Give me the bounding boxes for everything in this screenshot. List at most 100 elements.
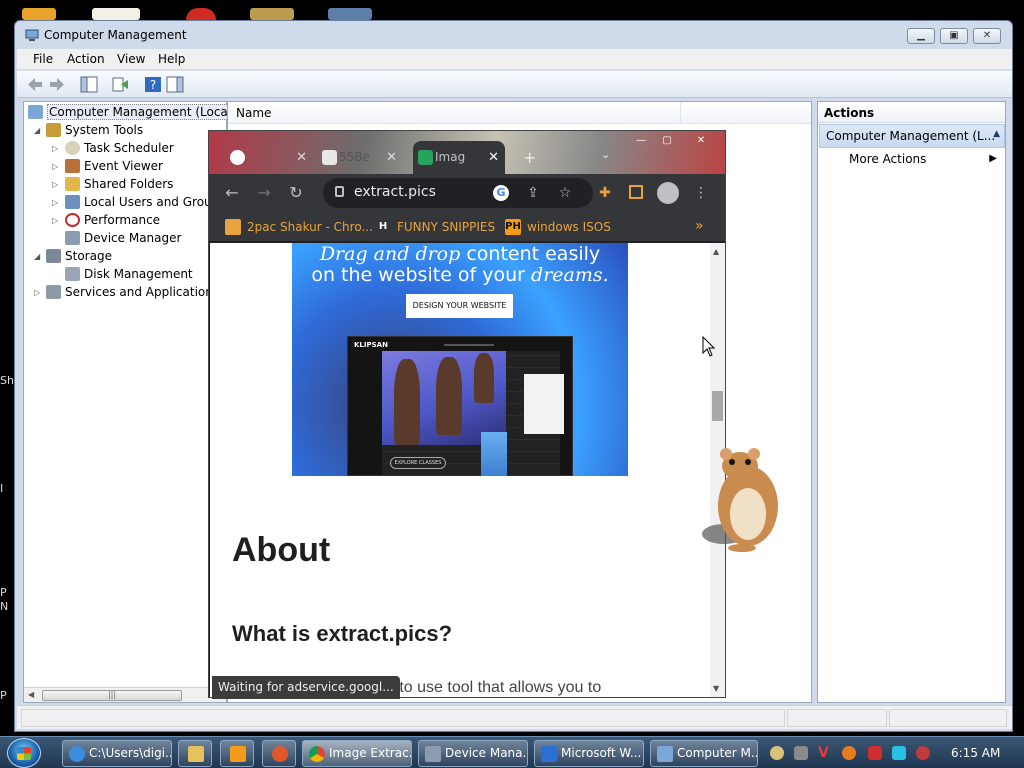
scroll-left-icon[interactable]: ◀: [28, 690, 34, 699]
menu-action[interactable]: Action: [67, 52, 105, 66]
tray-app-icon[interactable]: [794, 746, 808, 760]
tree-item-services-applications[interactable]: Services and Applications: [46, 283, 219, 301]
tree-item-system-tools[interactable]: System Tools: [46, 121, 143, 139]
taskbar-item-app[interactable]: [262, 740, 296, 767]
column-divider[interactable]: [680, 102, 681, 124]
menu-file[interactable]: File: [33, 52, 53, 66]
scroll-down-icon[interactable]: ▼: [713, 684, 719, 693]
tray-volume-icon[interactable]: [916, 746, 930, 760]
desktop-hamster-app-icon[interactable]: [250, 8, 294, 20]
minimize-button[interactable]: ▁: [907, 28, 935, 44]
more-actions-link[interactable]: More Actions: [849, 152, 926, 166]
taskbar-item-microsoft-word[interactable]: Microsoft W...: [534, 740, 644, 767]
desktop-folder-icon[interactable]: [22, 8, 56, 20]
taskbar-item-explorer-path[interactable]: C:\Users\digi...: [62, 740, 172, 767]
tree-item-local-users-groups[interactable]: Local Users and Groups: [65, 193, 226, 211]
tray-search-icon[interactable]: [842, 746, 856, 760]
side-panel-icon[interactable]: [629, 185, 643, 199]
expand-arrow-icon[interactable]: ▷: [52, 216, 58, 225]
extensions-icon[interactable]: ✚: [597, 185, 613, 201]
collapse-arrow-icon[interactable]: ◢: [34, 126, 40, 135]
actions-section-computer-management[interactable]: Computer Management (L... ▲: [819, 124, 1005, 148]
taskbar-item-device-manager[interactable]: Device Mana...: [418, 740, 528, 767]
tree-item-task-scheduler[interactable]: Task Scheduler: [65, 139, 174, 157]
lock-icon[interactable]: [335, 186, 344, 197]
design-your-website-button[interactable]: DESIGN YOUR WEBSITE: [406, 294, 513, 318]
share-icon[interactable]: ⇪: [525, 185, 541, 201]
bookmark-item[interactable]: H FUNNY SNIPPIES: [375, 219, 495, 235]
show-hide-tree-icon[interactable]: [79, 75, 99, 94]
desktop-window-app-icon[interactable]: [328, 8, 372, 20]
taskbar-item-folder[interactable]: [178, 740, 212, 767]
bookmark-item[interactable]: PH windows ISOS: [505, 219, 611, 235]
profile-avatar-icon[interactable]: [657, 182, 679, 204]
collapse-arrow-icon[interactable]: ◢: [34, 252, 40, 261]
taskbar-clock[interactable]: 6:15 AM: [951, 746, 1000, 760]
close-button[interactable]: ✕: [973, 28, 1001, 44]
taskbar-item-chrome[interactable]: Image Extrac...: [302, 740, 412, 767]
collapse-chevron-icon[interactable]: ▲: [993, 129, 1000, 139]
start-button[interactable]: [7, 738, 41, 768]
expand-arrow-icon[interactable]: ▷: [52, 198, 58, 207]
tab-close-icon[interactable]: ✕: [296, 141, 307, 174]
desktop-document-icon[interactable]: [92, 8, 140, 20]
expand-arrow-icon[interactable]: ▷: [52, 162, 58, 171]
chrome-menu-icon[interactable]: ⋮: [693, 185, 709, 201]
bookmark-item[interactable]: 2pac Shakur - Chro...: [225, 219, 373, 235]
url-text[interactable]: extract.pics: [354, 184, 436, 200]
bookmark-star-icon[interactable]: ☆: [557, 185, 573, 201]
taskbar-item-computer-management[interactable]: Computer M...: [650, 740, 758, 767]
chrome-maximize-button[interactable]: ▢: [655, 133, 679, 149]
scrollbar-thumb[interactable]: [712, 391, 723, 421]
submenu-arrow-icon[interactable]: ▶: [989, 153, 997, 164]
reload-icon[interactable]: ↻: [285, 182, 307, 204]
tab-close-icon[interactable]: ✕: [386, 141, 397, 174]
new-tab-icon[interactable]: +: [523, 148, 536, 167]
tree-item-event-viewer[interactable]: Event Viewer: [65, 157, 163, 175]
tree-item-device-manager[interactable]: Device Manager: [65, 229, 181, 247]
tab-image-extractor[interactable]: Imag ✕: [413, 141, 505, 174]
tab-search-icon[interactable]: ⌄: [601, 148, 610, 161]
tab-strip[interactable]: ✕ 55Be ✕ Imag ✕ + ⌄ — ▢ ✕: [209, 131, 725, 174]
chrome-minimize-button[interactable]: —: [629, 133, 653, 149]
address-bar[interactable]: extract.pics G ⇪ ☆: [323, 178, 593, 208]
forward-arrow-icon[interactable]: [47, 75, 67, 94]
tab-close-icon[interactable]: ✕: [488, 141, 499, 174]
tray-v-icon[interactable]: V: [818, 746, 832, 760]
scrollbar-thumb[interactable]: |||: [42, 690, 182, 701]
back-arrow-icon[interactable]: [25, 75, 45, 94]
help-icon[interactable]: ?: [143, 75, 163, 94]
site-favicon-icon: [322, 150, 337, 165]
menu-view[interactable]: View: [117, 52, 145, 66]
menu-help[interactable]: Help: [158, 52, 185, 66]
taskbar-item-media[interactable]: [220, 740, 254, 767]
expand-arrow-icon[interactable]: ▷: [52, 144, 58, 153]
show-hide-action-pane-icon[interactable]: [165, 75, 185, 94]
forward-icon[interactable]: →: [253, 182, 275, 204]
title-bar[interactable]: Computer Management ▁ ▣ ✕: [15, 21, 1012, 49]
tree-horizontal-scrollbar[interactable]: ◀ ||| ▶: [24, 687, 226, 702]
export-list-icon[interactable]: [111, 75, 131, 94]
tree-item-storage[interactable]: Storage: [46, 247, 112, 265]
expand-arrow-icon[interactable]: ▷: [34, 288, 40, 297]
tree-item-disk-management[interactable]: Disk Management: [65, 265, 193, 283]
maximize-button[interactable]: ▣: [940, 28, 968, 44]
chrome-close-button[interactable]: ✕: [689, 133, 713, 149]
tray-flag-icon[interactable]: [868, 746, 882, 760]
hamster-pet-image: [702, 448, 778, 552]
tree-root-computer-management[interactable]: Computer Management (Local: [28, 103, 234, 121]
expand-arrow-icon[interactable]: ▷: [52, 180, 58, 189]
tab-google[interactable]: ✕: [225, 141, 313, 174]
tab-55be[interactable]: 55Be ✕: [317, 141, 403, 174]
scroll-up-icon[interactable]: ▲: [713, 247, 719, 256]
more-bookmarks-chevron[interactable]: »: [695, 218, 704, 234]
tree-item-shared-folders[interactable]: Shared Folders: [65, 175, 173, 193]
tray-display-icon[interactable]: [892, 746, 906, 760]
column-name[interactable]: Name: [236, 106, 271, 120]
back-icon[interactable]: ←: [221, 182, 243, 204]
column-header[interactable]: Name: [228, 102, 811, 124]
tray-app-icon[interactable]: [770, 746, 784, 760]
desktop-red-app-icon[interactable]: [186, 8, 216, 20]
google-lens-icon[interactable]: G: [493, 185, 509, 201]
tree-item-performance[interactable]: Performance: [65, 211, 160, 229]
